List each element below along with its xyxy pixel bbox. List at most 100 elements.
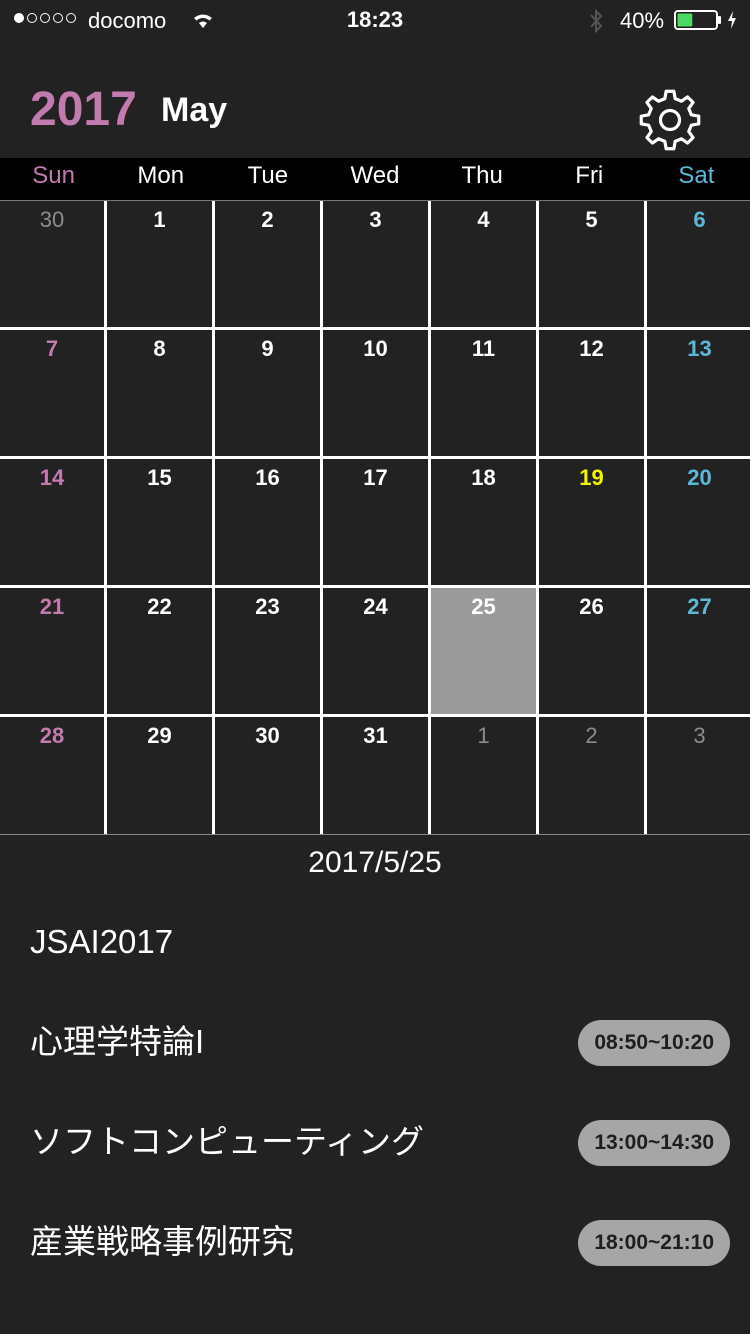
weekday-label: Thu (461, 162, 503, 189)
day-number: 31 (363, 723, 388, 748)
day-cell[interactable]: 10 (323, 330, 428, 456)
day-cell[interactable]: 3 (647, 717, 750, 836)
day-cell-selected[interactable]: 25 (431, 588, 536, 714)
day-cell[interactable]: 1 (107, 201, 212, 327)
day-number: 7 (45, 336, 59, 361)
day-cell[interactable]: 6 (647, 201, 750, 327)
day-cell[interactable]: 18 (431, 459, 536, 585)
calendar-screen: docomo 18:23 40% 2017 May Sun Mon Tue We… (0, 0, 750, 1334)
day-number: 13 (687, 336, 712, 361)
day-number-today: 19 (579, 465, 604, 490)
event-item[interactable]: JSAI2017 (30, 918, 730, 966)
event-time-badge: 13:00~14:30 (578, 1120, 730, 1166)
day-number: 10 (363, 336, 388, 361)
day-cell[interactable]: 30 (0, 201, 104, 327)
day-cell[interactable]: 27 (647, 588, 750, 714)
weekday-label: Mon (137, 162, 185, 189)
day-cell[interactable]: 13 (647, 330, 750, 456)
day-number: 11 (471, 336, 496, 361)
event-item[interactable]: 産業戦略事例研究 18:00~21:10 (30, 1218, 730, 1266)
day-cell[interactable]: 12 (539, 330, 644, 456)
event-title: ソフトコンピューティング (30, 1123, 425, 1160)
day-number: 30 (255, 723, 280, 748)
day-number: 23 (255, 594, 280, 619)
grid-divider (0, 834, 750, 835)
month-label: May (161, 91, 228, 129)
charging-icon (728, 11, 736, 29)
day-cell[interactable]: 4 (431, 201, 536, 327)
day-number: 18 (471, 465, 496, 490)
day-number: 3 (693, 723, 706, 748)
weekday-label: Wed (350, 162, 400, 189)
day-cell[interactable]: 14 (0, 459, 104, 585)
event-item[interactable]: ソフトコンピューティング 13:00~14:30 (30, 1118, 730, 1166)
day-number: 27 (687, 594, 712, 619)
event-time-badge: 08:50~10:20 (578, 1020, 730, 1066)
weekday-label: Sat (678, 162, 715, 189)
event-title: 心理学特論I (30, 1023, 205, 1060)
weekday-label: Sun (32, 162, 75, 189)
day-cell[interactable]: 5 (539, 201, 644, 327)
battery-percent: 40% (620, 8, 665, 33)
day-number: 8 (153, 336, 166, 361)
day-number: 26 (579, 594, 604, 619)
event-time-badge: 18:00~21:10 (578, 1220, 730, 1266)
day-cell[interactable]: 1 (431, 717, 536, 836)
day-number: 15 (147, 465, 172, 490)
day-number: 5 (585, 207, 598, 232)
day-cell[interactable]: 22 (107, 588, 212, 714)
day-number: 2 (261, 207, 274, 232)
battery-icon (674, 10, 721, 30)
day-cell[interactable]: 29 (107, 717, 212, 836)
day-number: 17 (363, 465, 388, 490)
bluetooth-icon (590, 8, 603, 34)
day-cell[interactable]: 23 (215, 588, 320, 714)
day-number: 1 (153, 207, 166, 232)
event-item[interactable]: 心理学特論I 08:50~10:20 (30, 1018, 730, 1066)
day-number: 4 (477, 207, 490, 232)
year-label: 2017 (30, 83, 137, 136)
day-number: 12 (579, 336, 604, 361)
day-number: 28 (39, 723, 65, 748)
gear-outline (639, 89, 701, 151)
day-cell[interactable]: 16 (215, 459, 320, 585)
day-number: 22 (147, 594, 172, 619)
day-number: 9 (261, 336, 274, 361)
day-number: 21 (39, 594, 65, 619)
day-cell[interactable]: 21 (0, 588, 104, 714)
day-number: 3 (369, 207, 382, 232)
day-cell[interactable]: 2 (539, 717, 644, 836)
day-number: 24 (363, 594, 388, 619)
day-cell[interactable]: 15 (107, 459, 212, 585)
day-number: 6 (693, 207, 706, 232)
day-number: 29 (147, 723, 172, 748)
day-cell[interactable]: 28 (0, 717, 104, 836)
day-cell-today[interactable]: 19 (539, 459, 644, 585)
day-cell[interactable]: 9 (215, 330, 320, 456)
day-cell[interactable]: 31 (323, 717, 428, 836)
day-number: 14 (39, 465, 65, 490)
day-cell[interactable]: 17 (323, 459, 428, 585)
gear-icon[interactable] (636, 86, 704, 154)
day-cell[interactable]: 8 (107, 330, 212, 456)
selected-date-label: 2017/5/25 (308, 846, 442, 879)
day-cell[interactable]: 30 (215, 717, 320, 836)
day-cell[interactable]: 26 (539, 588, 644, 714)
day-number: 1 (477, 723, 490, 748)
event-title: 産業戦略事例研究 (30, 1223, 294, 1260)
weekday-label: Tue (247, 162, 289, 189)
day-number-selected: 25 (471, 594, 496, 619)
weekday-label: Fri (575, 162, 604, 189)
day-number: 20 (687, 465, 712, 490)
weekday-header: Sun Mon Tue Wed Thu Fri Sat (0, 158, 750, 200)
day-cell[interactable]: 7 (0, 330, 104, 456)
day-cell[interactable]: 3 (323, 201, 428, 327)
day-cell[interactable]: 11 (431, 330, 536, 456)
day-cell[interactable]: 20 (647, 459, 750, 585)
day-number: 16 (255, 465, 280, 490)
calendar-grid: 30 1 2 3 4 5 6 7 8 9 10 11 12 13 14 15 1… (0, 200, 750, 836)
day-cell[interactable]: 24 (323, 588, 428, 714)
day-cell[interactable]: 2 (215, 201, 320, 327)
status-bar: docomo 18:23 40% (0, 0, 750, 40)
day-number: 30 (39, 207, 65, 232)
